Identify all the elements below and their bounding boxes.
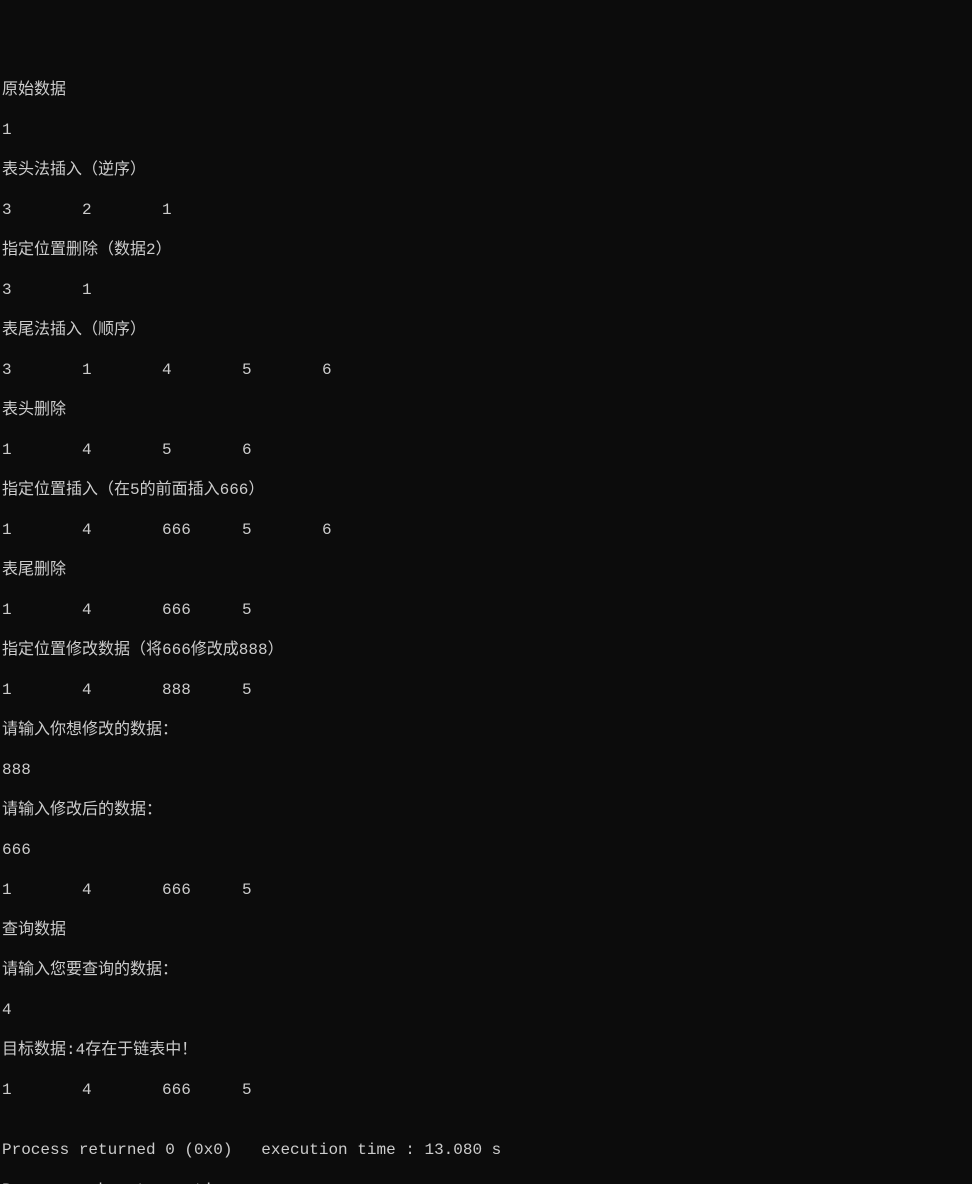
- val: 666: [162, 520, 242, 540]
- user-input-line: 666: [2, 840, 970, 860]
- output-line: 31: [2, 280, 970, 300]
- val: 4: [82, 880, 162, 900]
- output-line: 146665: [2, 600, 970, 620]
- output-line: 表头删除: [2, 400, 970, 420]
- val: 5: [242, 880, 322, 900]
- output-line: 指定位置删除（数据2）: [2, 240, 970, 260]
- user-input-line: 888: [2, 760, 970, 780]
- val: 1: [82, 360, 162, 380]
- output-line: 请输入你想修改的数据：: [2, 720, 970, 740]
- output-line: 指定位置修改数据（将666修改成888）: [2, 640, 970, 660]
- val: 4: [82, 1080, 162, 1100]
- press-any-key-line[interactable]: Press any key to continue.: [2, 1180, 970, 1184]
- val: 1: [2, 1080, 82, 1100]
- output-line: 1: [2, 120, 970, 140]
- output-line: 148885: [2, 680, 970, 700]
- val: 3: [2, 360, 82, 380]
- val: 6: [322, 520, 402, 540]
- val: 1: [2, 880, 82, 900]
- val: 4: [82, 600, 162, 620]
- val: 3: [2, 200, 82, 220]
- val: 666: [162, 1080, 242, 1100]
- val: 5: [162, 440, 242, 460]
- output-line: 请输入修改后的数据：: [2, 800, 970, 820]
- val: 1: [2, 680, 82, 700]
- output-line: 146665: [2, 880, 970, 900]
- val: 6: [242, 440, 322, 460]
- val: 5: [242, 1080, 322, 1100]
- val: 666: [162, 880, 242, 900]
- val: 666: [162, 600, 242, 620]
- output-line: 原始数据: [2, 80, 970, 100]
- val: 1: [2, 600, 82, 620]
- output-line: 表尾法插入（顺序）: [2, 320, 970, 340]
- val: 1: [82, 280, 162, 300]
- output-line: 1456: [2, 440, 970, 460]
- val: 3: [2, 280, 82, 300]
- val: 1: [2, 440, 82, 460]
- user-input-line: 4: [2, 1000, 970, 1020]
- val: 2: [82, 200, 162, 220]
- val: 4: [82, 440, 162, 460]
- val: 5: [242, 360, 322, 380]
- output-line: 321: [2, 200, 970, 220]
- val: 888: [162, 680, 242, 700]
- output-line: 146665: [2, 1080, 970, 1100]
- val: 4: [162, 360, 242, 380]
- output-line: 1466656: [2, 520, 970, 540]
- output-line: 表头法插入（逆序）: [2, 160, 970, 180]
- val: 6: [322, 360, 402, 380]
- process-returned-line: Process returned 0 (0x0) execution time …: [2, 1140, 970, 1160]
- output-line: 表尾删除: [2, 560, 970, 580]
- output-line: 31456: [2, 360, 970, 380]
- val: 4: [82, 520, 162, 540]
- output-line: 请输入您要查询的数据：: [2, 960, 970, 980]
- output-line: 指定位置插入（在5的前面插入666）: [2, 480, 970, 500]
- val: 1: [2, 520, 82, 540]
- val: 4: [82, 680, 162, 700]
- output-line: 查询数据: [2, 920, 970, 940]
- val: 5: [242, 520, 322, 540]
- val: 5: [242, 680, 322, 700]
- val: 1: [162, 200, 242, 220]
- val: 5: [242, 600, 322, 620]
- output-line: 目标数据:4存在于链表中！: [2, 1040, 970, 1060]
